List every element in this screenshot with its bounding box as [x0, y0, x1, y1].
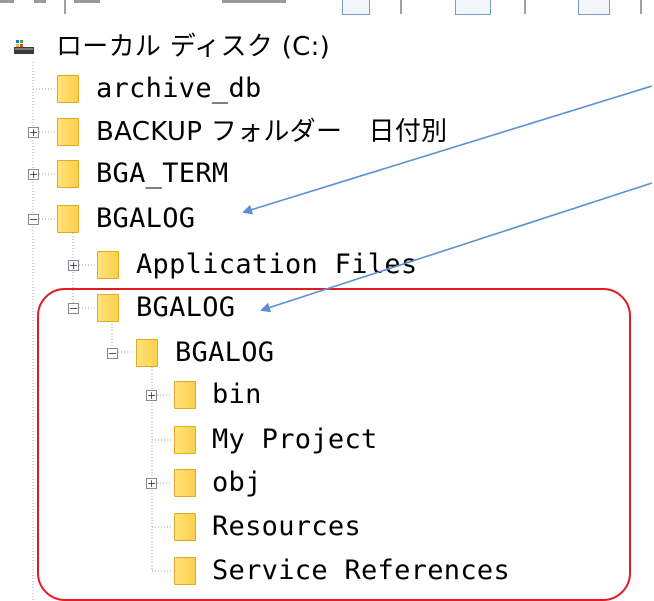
tree-item-label[interactable]: BACKUP フォルダー 日付別	[96, 112, 447, 152]
tree-item-label[interactable]: archive_db	[96, 69, 262, 109]
toolbar	[0, 0, 654, 18]
tree-item-label[interactable]: BGALOG	[96, 199, 195, 239]
toolbar-separator	[640, 0, 642, 14]
toolbar-separator	[400, 0, 402, 14]
toolbar-separator	[64, 0, 66, 14]
tree-item-bgalog-sub[interactable]: − BGALOG	[0, 288, 654, 328]
expand-icon[interactable]: +	[28, 127, 39, 138]
folder-icon	[57, 160, 79, 188]
tree-item-label[interactable]: BGALOG	[136, 288, 235, 328]
tree-item-label[interactable]: Resources	[212, 507, 361, 547]
folder-icon	[57, 118, 79, 146]
folder-icon	[174, 557, 196, 585]
tree-item-bin[interactable]: + bin	[0, 375, 654, 415]
expand-icon[interactable]: +	[146, 478, 157, 489]
tree-item-label[interactable]: obj	[212, 463, 262, 503]
tree-item-service-references[interactable]: Service References	[0, 551, 654, 591]
tree-item-resources[interactable]: Resources	[0, 507, 654, 547]
expand-icon[interactable]: +	[146, 390, 157, 401]
tree-item-archive-db[interactable]: archive_db	[0, 69, 654, 109]
tree-item-bgalog[interactable]: − BGALOG	[0, 199, 654, 239]
folder-icon	[174, 469, 196, 497]
tree-item-label[interactable]: Service References	[212, 551, 510, 591]
collapse-icon[interactable]: −	[68, 303, 79, 314]
folder-icon	[136, 339, 158, 367]
folder-icon	[97, 251, 119, 279]
tree-item-label[interactable]: BGA_TERM	[96, 154, 228, 194]
tree-item-bgalog-project[interactable]: − BGALOG	[0, 333, 654, 373]
toolbar-button[interactable]	[455, 0, 491, 15]
folder-icon	[174, 513, 196, 541]
toolbar-edge	[0, 0, 14, 3]
toolbar-separator	[524, 0, 526, 14]
tree-item-bga-term[interactable]: + BGA_TERM	[0, 154, 654, 194]
tree-item-label[interactable]: BGALOG	[175, 333, 274, 373]
folder-icon	[57, 75, 79, 103]
tree-item-backup[interactable]: + BACKUP フォルダー 日付別	[0, 112, 654, 152]
expand-icon[interactable]: +	[28, 169, 39, 180]
tree-item-root[interactable]: ローカル ディスク (C:)	[0, 27, 654, 67]
tree-item-label[interactable]: Application Files	[136, 245, 417, 285]
toolbar-edge	[222, 0, 286, 3]
tree-item-obj[interactable]: + obj	[0, 463, 654, 503]
toolbar-button[interactable]	[578, 0, 610, 15]
collapse-icon[interactable]: −	[107, 348, 118, 359]
tree-item-label[interactable]: ローカル ディスク (C:)	[56, 27, 330, 67]
folder-icon	[174, 426, 196, 454]
tree-item-application-files[interactable]: + Application Files	[0, 245, 654, 285]
toolbar-edge	[74, 0, 100, 3]
expand-icon[interactable]: +	[68, 260, 79, 271]
toolbar-edge	[34, 0, 46, 3]
tree-item-my-project[interactable]: My Project	[0, 420, 654, 460]
folder-icon	[174, 381, 196, 409]
folder-icon	[97, 294, 119, 322]
tree-item-label[interactable]: bin	[212, 375, 262, 415]
collapse-icon[interactable]: −	[28, 214, 39, 225]
toolbar-button[interactable]	[342, 0, 370, 15]
tree-item-label[interactable]: My Project	[212, 420, 378, 460]
folder-icon	[57, 205, 79, 233]
